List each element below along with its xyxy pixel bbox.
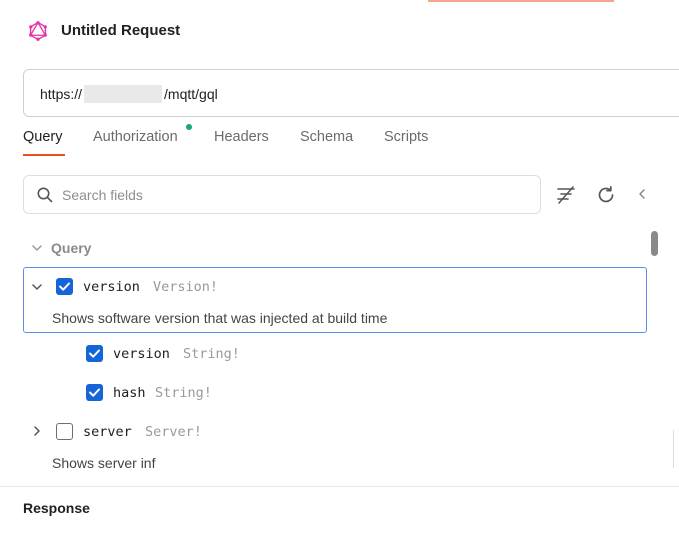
authorization-indicator-dot bbox=[186, 124, 192, 130]
section-label: Query bbox=[51, 240, 92, 256]
tab-headers[interactable]: Headers bbox=[214, 128, 269, 146]
top-accent-bar bbox=[428, 0, 614, 2]
response-divider bbox=[0, 486, 679, 487]
field-name[interactable]: server bbox=[83, 423, 132, 441]
chevron-down-icon bbox=[32, 245, 42, 251]
chevron-right-icon[interactable] bbox=[30, 424, 44, 438]
scrollbar-thumb[interactable] bbox=[651, 231, 658, 256]
active-tab-underline bbox=[23, 154, 65, 156]
subfield-name[interactable]: version bbox=[113, 345, 170, 363]
subfield-type: String! bbox=[183, 346, 240, 362]
subfield-type: String! bbox=[155, 385, 212, 401]
field-description: Shows software version that was injected… bbox=[52, 310, 388, 326]
subfield-name[interactable]: hash bbox=[113, 384, 146, 402]
search-fields-input[interactable] bbox=[62, 186, 522, 204]
field-description: Shows server inf bbox=[52, 455, 156, 471]
redacted-host bbox=[84, 85, 163, 103]
tab-scripts[interactable]: Scripts bbox=[384, 128, 428, 146]
field-checkbox-hash[interactable] bbox=[86, 384, 103, 401]
url-suffix: /mqtt/gql bbox=[164, 86, 218, 102]
panel-divider bbox=[673, 430, 674, 468]
field-type: Version! bbox=[153, 279, 219, 295]
tab-schema[interactable]: Schema bbox=[300, 128, 353, 146]
search-icon bbox=[37, 187, 53, 203]
request-title[interactable]: Untitled Request bbox=[61, 21, 180, 41]
query-section-header[interactable]: Query bbox=[30, 240, 91, 256]
refresh-icon[interactable] bbox=[595, 184, 617, 206]
tab-query[interactable]: Query bbox=[23, 128, 63, 146]
field-name[interactable]: version bbox=[83, 278, 140, 296]
field-checkbox-version[interactable] bbox=[56, 278, 73, 295]
chevron-left-icon[interactable] bbox=[635, 184, 649, 204]
field-checkbox-server[interactable] bbox=[56, 423, 73, 440]
response-heading: Response bbox=[23, 500, 90, 516]
graphql-icon bbox=[29, 21, 47, 41]
field-checkbox-version-string[interactable] bbox=[86, 345, 103, 362]
chevron-down-icon[interactable] bbox=[30, 280, 44, 294]
tab-authorization[interactable]: Authorization bbox=[93, 128, 178, 146]
field-type: Server! bbox=[145, 424, 202, 440]
url-text[interactable]: https:// /mqtt/gql bbox=[40, 85, 218, 103]
url-prefix: https:// bbox=[40, 86, 83, 102]
filter-icon[interactable] bbox=[555, 184, 577, 206]
